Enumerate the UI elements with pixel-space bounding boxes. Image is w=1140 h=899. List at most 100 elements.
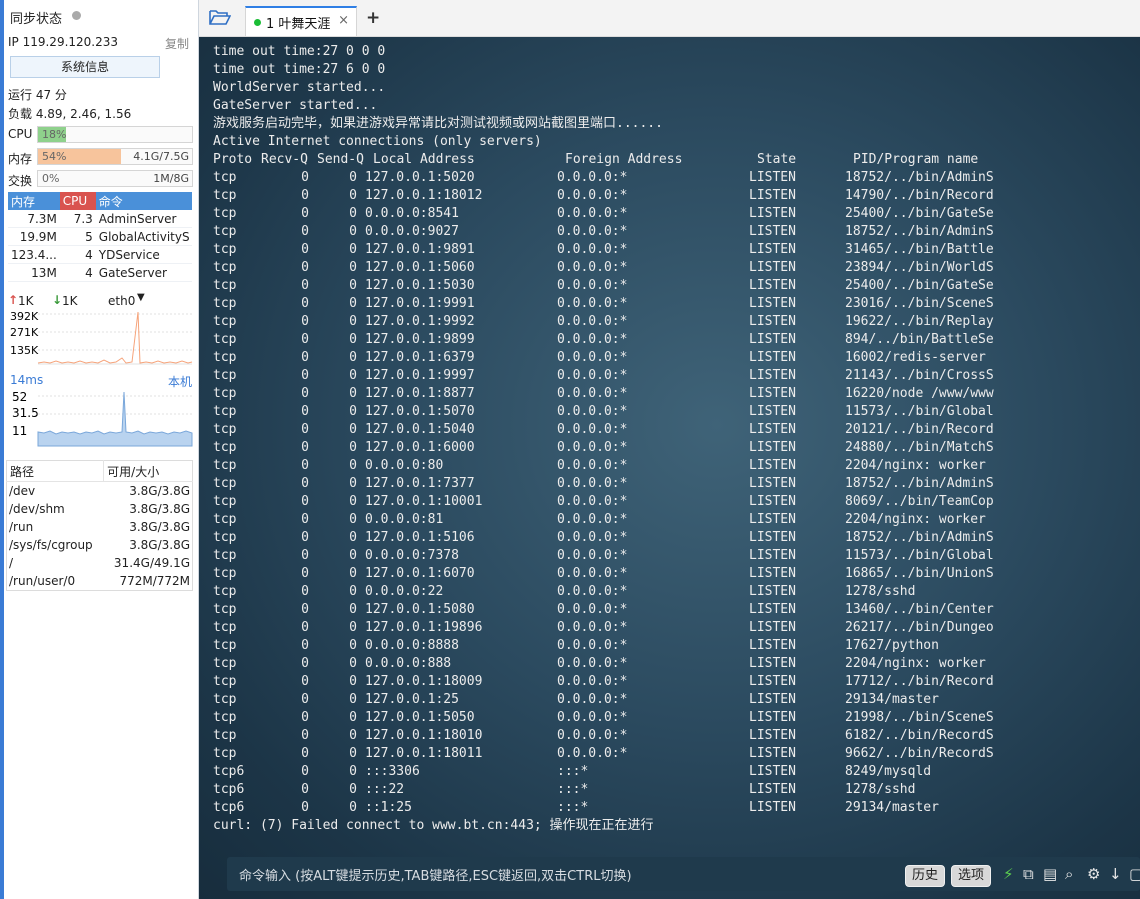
- disk-row[interactable]: /dev/shm 3.8G/3.8G: [7, 500, 193, 518]
- gear-icon[interactable]: ⚙: [1087, 865, 1100, 883]
- terminal-cell: tcp: [213, 386, 237, 401]
- terminal-line: WorldServer started...: [213, 80, 386, 95]
- terminal-cell: 0: [349, 458, 357, 473]
- terminal-cell: 0.0.0.0:*: [557, 458, 628, 473]
- net-down-icon: ↓: [52, 293, 63, 307]
- terminal-cell: 0: [349, 764, 357, 779]
- terminal-cell: 0: [301, 638, 309, 653]
- terminal-cell: 0: [349, 674, 357, 689]
- terminal-cell: 0: [301, 692, 309, 707]
- net-interface-select[interactable]: eth0: [108, 294, 135, 308]
- terminal-cell: 0: [301, 188, 309, 203]
- sync-status-icon: [72, 11, 81, 20]
- terminal-cell: 127.0.0.1:5020: [365, 170, 475, 185]
- command-input[interactable]: 命令输入 (按ALT键提示历史,TAB键路径,ESC键返回,双击CTRL切换): [239, 865, 632, 884]
- tab-session-1[interactable]: 1 叶舞天涯 ×: [245, 6, 357, 36]
- lightning-icon[interactable]: ⚡: [1003, 865, 1014, 883]
- proc-cmd: GlobalActivityS: [95, 227, 192, 246]
- terminal-cell: 18752/../bin/AdminS: [845, 476, 994, 491]
- proc-header-mem[interactable]: 内存: [8, 192, 60, 210]
- new-tab-button[interactable]: +: [366, 8, 380, 28]
- terminal-cell: 0: [349, 620, 357, 635]
- terminal-cell: 0: [301, 368, 309, 383]
- window-icon[interactable]: ▢: [1129, 865, 1140, 883]
- terminal-cell: tcp: [213, 512, 237, 527]
- disk-row[interactable]: /run 3.8G/3.8G: [7, 518, 193, 536]
- terminal-cell: 894/../bin/BattleSe: [845, 332, 994, 347]
- terminal-cell: 0: [349, 548, 357, 563]
- close-icon[interactable]: ×: [338, 13, 349, 28]
- terminal-cell: 31465/../bin/Battle: [845, 242, 994, 257]
- terminal-cell: 23016/../bin/SceneS: [845, 296, 994, 311]
- history-button[interactable]: 历史: [905, 865, 946, 887]
- terminal-line: time out time:27 6 0 0: [213, 62, 386, 77]
- terminal-cell: 127.0.0.1:18011: [365, 746, 483, 761]
- terminal-cell: 0.0.0.0:*: [557, 206, 628, 221]
- terminal-cell: 0: [301, 206, 309, 221]
- paste-icon[interactable]: ▤: [1043, 865, 1057, 883]
- terminal-cell: 0: [349, 278, 357, 293]
- terminal-cell: 0.0.0.0:*: [557, 386, 628, 401]
- copy-icon[interactable]: ⧉: [1023, 865, 1034, 883]
- cpu-percent: 18%: [42, 128, 67, 141]
- terminal-cell: 127.0.0.1:9992: [365, 314, 475, 329]
- netstat-row: tcp 0 0 127.0.0.1:5080 0.0.0.0:* LISTEN 13460/…: [213, 601, 1013, 619]
- net-up-icon: ↑: [8, 293, 19, 307]
- netstat-row: tcp 0 0 127.0.0.1:25 0.0.0.0:* LISTEN 29134/ma…: [213, 691, 1013, 709]
- terminal-cell: 20121/../bin/Record: [845, 422, 994, 437]
- terminal-cell: 0: [301, 728, 309, 743]
- netstat-row: tcp6 0 0:::3306:::* LISTEN 8249/mysqld: [213, 763, 1013, 781]
- terminal-cell: 1278/sshd: [845, 782, 916, 797]
- folder-open-icon[interactable]: [209, 8, 231, 26]
- options-button[interactable]: 选项: [951, 865, 992, 887]
- terminal[interactable]: time out time:27 0 0 0 time out time:27 6…: [199, 37, 1140, 899]
- disk-row[interactable]: /sys/fs/cgroup 3.8G/3.8G: [7, 536, 193, 554]
- terminal-cell: 0.0.0.0:*: [557, 278, 628, 293]
- download-icon[interactable]: ↓: [1109, 865, 1122, 883]
- disk-header-path: 路径: [6, 460, 104, 482]
- terminal-cell: tcp: [213, 296, 237, 311]
- terminal-cell: 0.0.0.0:*: [557, 620, 628, 635]
- netstat-row: tcp 0 0 127.0.0.1:9899 0.0.0.0:* LISTEN 894/..…: [213, 331, 1013, 349]
- copy-ip-link[interactable]: 复制: [165, 35, 189, 52]
- disk-row[interactable]: / 31.4G/49.1G: [7, 554, 193, 572]
- disk-row[interactable]: /run/user/0 772M/772M: [7, 572, 193, 591]
- terminal-cell: 0: [349, 494, 357, 509]
- process-row[interactable]: 19.9M 5 GlobalActivityS: [8, 227, 192, 246]
- process-row[interactable]: 123.4... 4 YDService: [8, 245, 192, 264]
- terminal-cell: 2204/nginx: worker: [845, 512, 986, 527]
- terminal-cell: 8069/../bin/TeamCop: [845, 494, 994, 509]
- mem-label: 内存: [8, 152, 33, 166]
- terminal-cell: 0: [301, 332, 309, 347]
- terminal-cell: 8249/mysqld: [845, 764, 932, 779]
- disk-path: /run/user/0: [9, 574, 76, 588]
- terminal-cell: 0: [301, 260, 309, 275]
- terminal-cell: LISTEN: [749, 296, 796, 311]
- terminal-cell: 23894/../bin/WorldS: [845, 260, 994, 275]
- terminal-cell: 127.0.0.1:18010: [365, 728, 483, 743]
- terminal-cell: LISTEN: [749, 548, 796, 563]
- terminal-cell: 0: [301, 476, 309, 491]
- terminal-cell: 19622/../bin/Replay: [845, 314, 994, 329]
- terminal-cell: tcp: [213, 476, 237, 491]
- search-icon[interactable]: ⌕: [1065, 865, 1073, 883]
- terminal-cell: tcp: [213, 584, 237, 599]
- terminal-cell: 0: [301, 296, 309, 311]
- system-info-button[interactable]: 系统信息: [10, 56, 160, 78]
- process-row[interactable]: 7.3M 7.3 AdminServer: [8, 210, 192, 228]
- proc-mem: 13M: [8, 263, 60, 282]
- netstat-row: tcp 0 0 127.0.0.1:5106 0.0.0.0:* LISTEN 18752/…: [213, 529, 1013, 547]
- terminal-cell: 0.0.0.0:*: [557, 260, 628, 275]
- proc-header-cmd[interactable]: 命令: [95, 192, 192, 210]
- disk-row[interactable]: /dev 3.8G/3.8G: [7, 482, 193, 501]
- chevron-down-icon[interactable]: ▼: [137, 292, 145, 303]
- terminal-cell: 0.0.0.0:888: [365, 656, 452, 671]
- terminal-cell: 0: [301, 710, 309, 725]
- proc-header-cpu[interactable]: CPU: [59, 192, 96, 210]
- terminal-cell: :::22: [365, 782, 405, 797]
- terminal-cell: 0: [301, 656, 309, 671]
- process-row[interactable]: 13M 4 GateServer: [8, 263, 192, 282]
- terminal-cell: 0.0.0.0:*: [557, 242, 628, 257]
- tab-bar: 1 叶舞天涯 × +: [199, 0, 1140, 37]
- ping-latency: 14ms: [10, 373, 44, 387]
